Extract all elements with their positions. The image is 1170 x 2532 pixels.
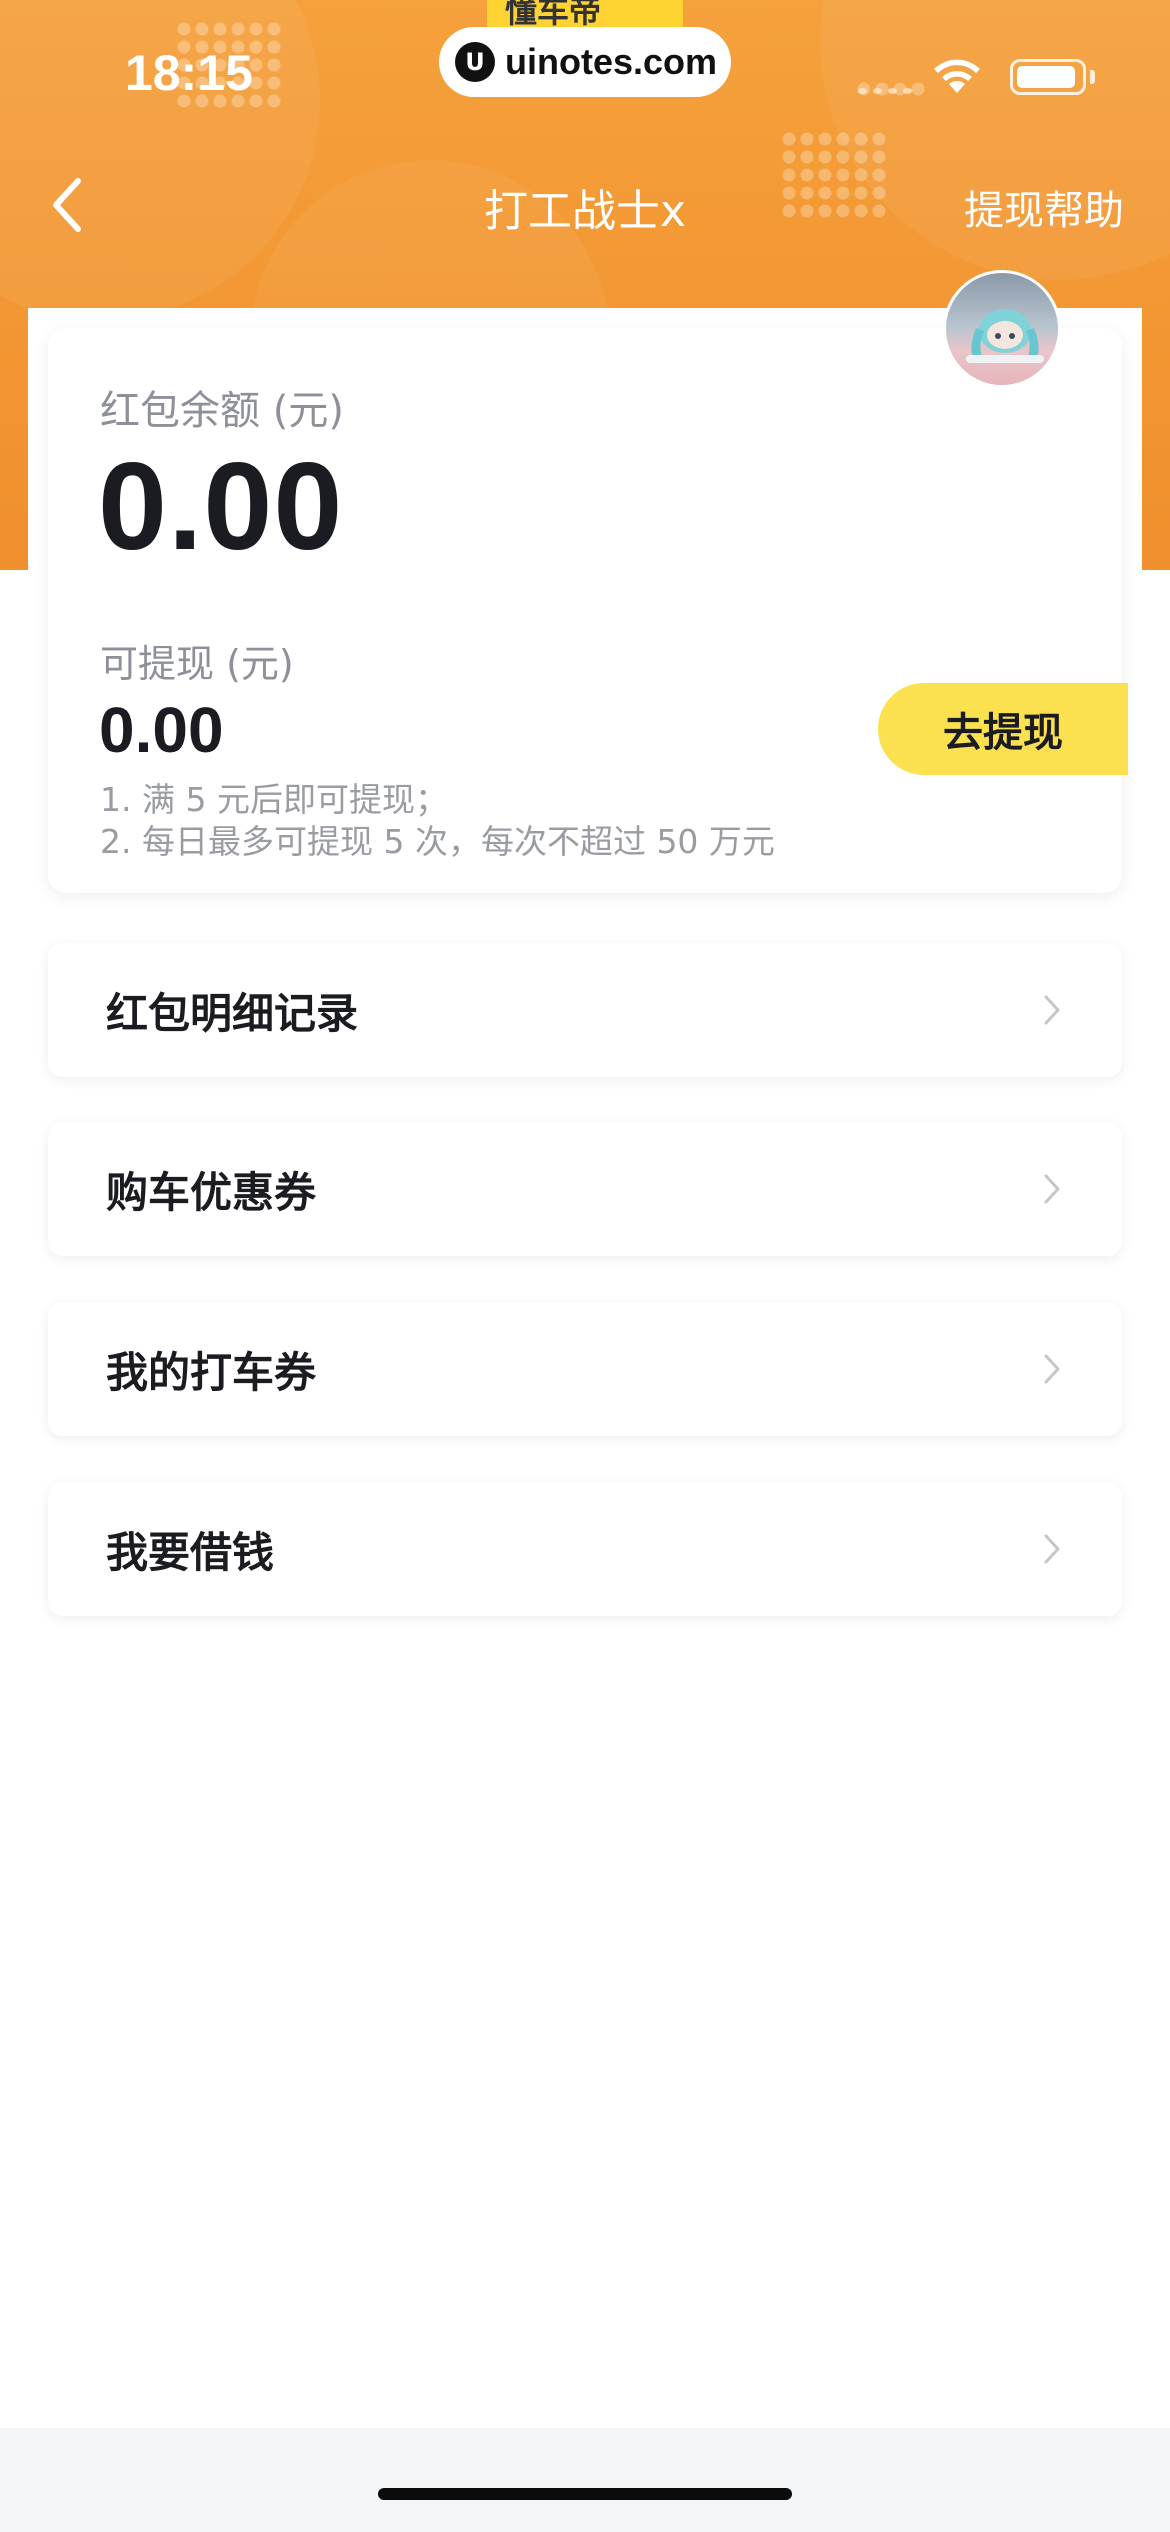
watermark-tab: 懂车帝 [487, 0, 683, 30]
menu-item-redpacket-records[interactable]: 红包明细记录 [48, 943, 1122, 1077]
avatar[interactable] [943, 270, 1061, 388]
withdrawable-value: 0.00 [99, 694, 224, 766]
menu-item-ride-coupons[interactable]: 我的打车券 [48, 1302, 1122, 1436]
watermark-badge: U uinotes.com [439, 27, 731, 97]
signal-icon [855, 86, 913, 96]
withdraw-help-link[interactable]: 提现帮助 [964, 178, 1124, 236]
menu-item-label: 我的打车券 [106, 1347, 317, 1397]
menu-item-car-coupons[interactable]: 购车优惠券 [48, 1122, 1122, 1256]
watermark-logo-icon: U [455, 42, 495, 82]
menu-item-label: 购车优惠券 [106, 1167, 317, 1217]
withdraw-rule: 2. 每日最多可提现 5 次，每次不超过 50 万元 [100, 822, 775, 861]
chevron-right-icon [1042, 1533, 1062, 1565]
watermark-text: uinotes.com [505, 41, 718, 82]
menu-item-borrow-money[interactable]: 我要借钱 [48, 1482, 1122, 1616]
home-indicator[interactable] [378, 2488, 792, 2500]
status-time: 18:15 [125, 45, 253, 101]
battery-tip [1090, 70, 1095, 84]
withdraw-button[interactable]: 去提现 [878, 683, 1128, 775]
menu-item-label: 我要借钱 [106, 1527, 275, 1577]
chevron-right-icon [1042, 1353, 1062, 1385]
balance-card: 红包余额 (元) 0.00 可提现 (元) 0.00 1. 满 5 元后即可提现… [48, 328, 1128, 893]
bottom-safe-area [0, 2428, 1170, 2532]
chevron-right-icon [1042, 994, 1062, 1026]
wallet-page: 18:15 懂车帝 U uinotes.com 打工战士x 提现帮助 红包余额 … [0, 0, 1170, 2532]
chevron-right-icon [1042, 1173, 1062, 1205]
wifi-icon [934, 59, 980, 93]
menu-item-label: 红包明细记录 [106, 988, 359, 1038]
battery-icon [1010, 59, 1086, 95]
balance-value: 0.00 [98, 438, 344, 576]
withdraw-rule: 1. 满 5 元后即可提现； [100, 780, 448, 819]
withdrawable-label: 可提现 (元) [100, 642, 294, 686]
balance-label: 红包余额 (元) [100, 388, 344, 434]
